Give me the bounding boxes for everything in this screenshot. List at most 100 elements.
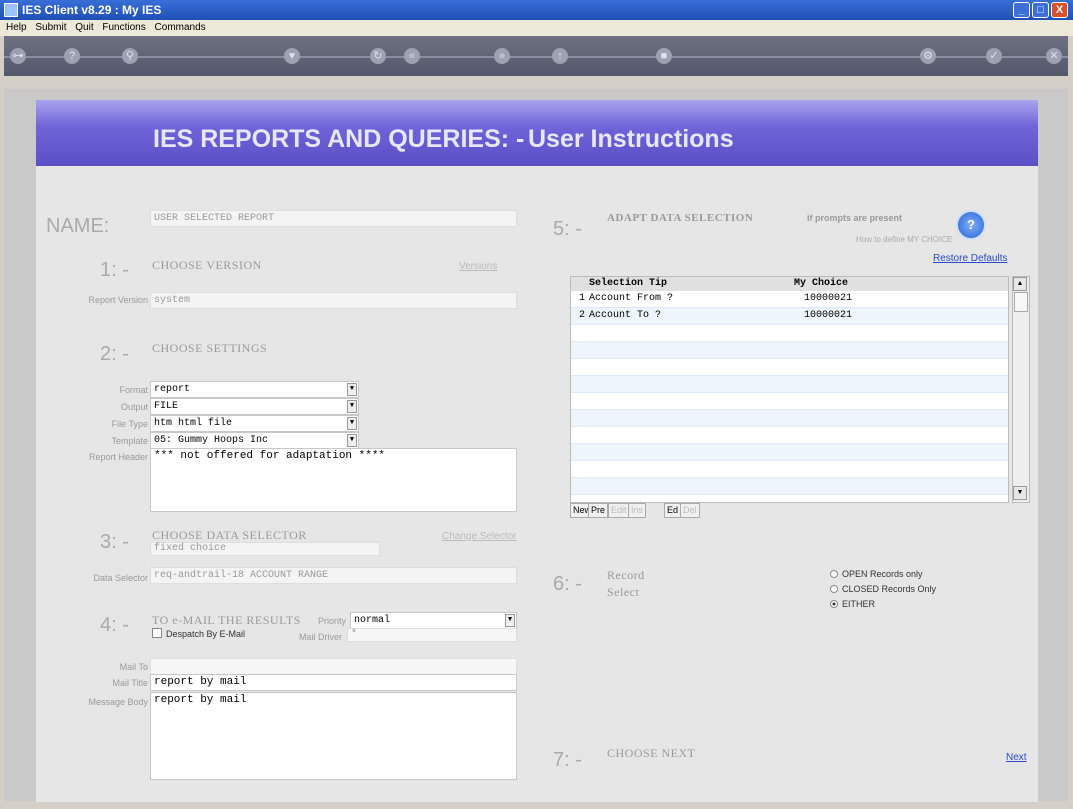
mail-driver-label: Mail Driver xyxy=(298,632,342,642)
howto-text: How to define MY CHOICE xyxy=(856,235,953,244)
radio-icon[interactable] xyxy=(830,585,838,593)
output-label: Output xyxy=(120,402,148,412)
table-row[interactable]: 2 Account To ? 10000021 xyxy=(571,308,1008,325)
menu-arrow-icon[interactable]: ⊶ xyxy=(10,48,26,64)
chevron-down-icon[interactable]: ▼ xyxy=(347,417,357,430)
data-selector-field[interactable]: req-andtrail-18 ACCOUNT RANGE xyxy=(150,567,517,584)
col-selection-tip: Selection Tip xyxy=(589,278,668,289)
scroll-thumb[interactable] xyxy=(1014,292,1028,312)
table-row[interactable] xyxy=(571,410,1008,427)
closed-records-radio[interactable]: CLOSED Records Only xyxy=(830,584,936,594)
despatch-label: Despatch By E-Mail xyxy=(166,629,246,639)
section5-subtitle: if prompts are present xyxy=(807,213,903,223)
priority-label: Priority xyxy=(317,616,346,626)
row-choice[interactable]: 10000021 xyxy=(804,310,852,321)
either-label: EITHER xyxy=(842,599,876,609)
menu-functions[interactable]: Functions xyxy=(102,20,145,36)
section6-number: 6: - xyxy=(553,573,582,595)
mail-to-field[interactable] xyxy=(150,658,517,675)
mail-title-label: Mail Title xyxy=(112,678,148,688)
stop-icon[interactable]: ■ xyxy=(656,48,672,64)
table-row[interactable] xyxy=(571,376,1008,393)
change-selector-link[interactable]: Change Selector xyxy=(442,531,517,542)
table-row[interactable] xyxy=(571,461,1008,478)
priority-select[interactable]: normal ▼ xyxy=(350,612,517,629)
menu-submit[interactable]: Submit xyxy=(35,20,66,36)
filetype-value: htm html file xyxy=(154,418,233,429)
close-button[interactable]: X xyxy=(1051,2,1068,18)
grid-ed-button[interactable]: Ed xyxy=(664,503,682,518)
open-records-label: OPEN Records only xyxy=(842,569,923,579)
section2-title: CHOOSE SETTINGS xyxy=(152,341,268,355)
chevron-down-icon[interactable]: ▼ xyxy=(347,383,357,396)
table-row[interactable] xyxy=(571,325,1008,342)
up-icon[interactable]: ↑ xyxy=(552,48,568,64)
minimize-button[interactable]: _ xyxy=(1013,2,1030,18)
table-row[interactable]: 1 Account From ? 10000021 xyxy=(571,291,1008,308)
report-header-textarea[interactable]: *** not offered for adaptation **** xyxy=(150,448,517,512)
either-radio[interactable]: EITHER xyxy=(830,599,875,609)
chevron-down-icon[interactable]: ▼ xyxy=(347,434,357,447)
closed-records-label: CLOSED Records Only xyxy=(842,584,937,594)
grid-scrollbar[interactable]: ▲ ▼ xyxy=(1012,276,1030,503)
rewind-icon[interactable]: « xyxy=(404,48,420,64)
grid-pre-button[interactable]: Pre xyxy=(588,503,609,518)
settings-icon[interactable]: ⚙ xyxy=(920,48,936,64)
help-icon[interactable]: ? xyxy=(956,210,986,240)
menu-commands[interactable]: Commands xyxy=(155,20,206,36)
maximize-button[interactable]: □ xyxy=(1032,2,1049,18)
format-label: Format xyxy=(119,385,148,395)
table-row[interactable] xyxy=(571,393,1008,410)
section1-number: 1: - xyxy=(100,259,129,281)
message-body-textarea[interactable]: report by mail xyxy=(150,692,517,780)
table-row[interactable] xyxy=(571,478,1008,495)
radio-selected-icon[interactable] xyxy=(830,600,838,608)
radio-icon[interactable] xyxy=(830,570,838,578)
table-row[interactable] xyxy=(571,359,1008,376)
filetype-select[interactable]: htm html file ▼ xyxy=(150,415,359,432)
checkbox-icon[interactable] xyxy=(152,628,162,638)
next-link[interactable]: Next xyxy=(1006,752,1027,763)
template-value: 05: Gummy Hoops Inc xyxy=(154,435,269,446)
output-select[interactable]: FILE ▼ xyxy=(150,398,359,415)
help-icon[interactable]: ? xyxy=(64,48,80,64)
grid-del-button[interactable]: Del xyxy=(680,503,700,518)
menu-help[interactable]: Help xyxy=(6,20,27,36)
restore-defaults-link[interactable]: Restore Defaults xyxy=(933,253,1007,264)
name-field[interactable]: USER SELECTED REPORT xyxy=(150,210,517,227)
ok-icon[interactable]: ✓ xyxy=(986,48,1002,64)
title-bar: IES Client v8.29 : My IES _ □ X xyxy=(0,0,1073,20)
message-body-label: Message Body xyxy=(88,697,148,707)
table-row[interactable] xyxy=(571,444,1008,461)
chevron-down-icon[interactable]: ▼ xyxy=(347,400,357,413)
grid-ins-button[interactable]: Ins xyxy=(628,503,647,518)
row-number: 2 xyxy=(579,310,586,321)
format-select[interactable]: report ▼ xyxy=(150,381,359,398)
report-version-field[interactable]: system xyxy=(150,292,517,309)
report-header-label: Report Header xyxy=(88,452,148,462)
forward-icon[interactable]: » xyxy=(494,48,510,64)
exit-icon[interactable]: ✕ xyxy=(1046,48,1062,64)
open-records-radio[interactable]: OPEN Records only xyxy=(830,569,923,579)
section7-number: 7: - xyxy=(553,749,582,771)
row-choice[interactable]: 10000021 xyxy=(804,293,852,304)
template-select[interactable]: 05: Gummy Hoops Inc ▼ xyxy=(150,432,359,449)
menu-quit[interactable]: Quit xyxy=(75,20,93,36)
table-row[interactable] xyxy=(571,427,1008,444)
mail-driver-field[interactable]: * xyxy=(347,628,517,642)
app-window: IES Client v8.29 : My IES _ □ X Help Sub… xyxy=(0,0,1073,809)
search-icon[interactable]: ⚲ xyxy=(122,48,138,64)
refresh-icon[interactable]: ↻ xyxy=(370,48,386,64)
versions-link[interactable]: Versions xyxy=(459,261,497,272)
heart-icon[interactable]: ♥ xyxy=(284,48,300,64)
section6-title-record: Record xyxy=(607,568,645,582)
mail-title-field[interactable]: report by mail xyxy=(150,674,517,691)
section1-title: CHOOSE VERSION xyxy=(152,258,262,272)
chevron-down-icon[interactable]: ▼ xyxy=(505,614,515,627)
grid-edit-button[interactable]: Edit xyxy=(608,503,630,518)
scroll-down-icon[interactable]: ▼ xyxy=(1013,486,1027,500)
despatch-checkbox[interactable]: Despatch By E-Mail xyxy=(152,628,245,639)
table-row[interactable] xyxy=(571,342,1008,359)
scroll-up-icon[interactable]: ▲ xyxy=(1013,277,1027,291)
mail-to-label: Mail To xyxy=(119,662,148,672)
